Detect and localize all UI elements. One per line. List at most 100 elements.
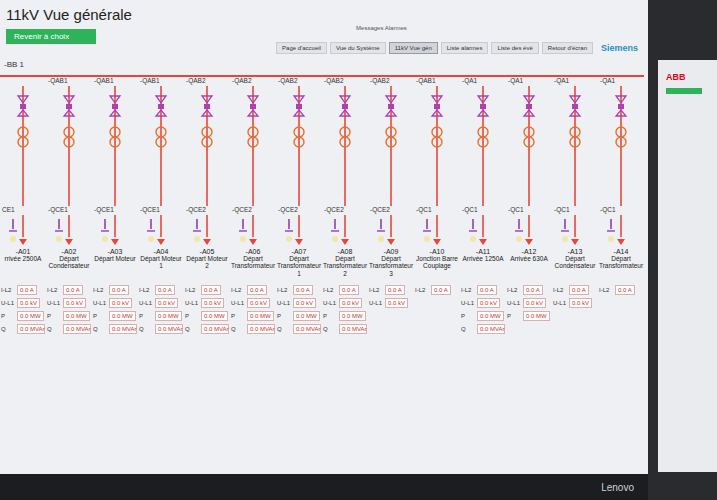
measurement: I-L2 0.0 A xyxy=(415,285,459,295)
nav-button[interactable]: Liste des évé xyxy=(491,42,538,54)
measurement-list: I-L2 0.0 A xyxy=(599,285,643,295)
feeder[interactable]: -QA1 -QC1 -A11 Arrivée 1250A I-L2 0.0 AU… xyxy=(460,77,506,334)
measurement-value: 0.0 MW xyxy=(247,311,274,321)
feeder[interactable]: -QA1 -QC1 -A12 Arrivée 630A I-L2 0.0 AU-… xyxy=(506,77,552,334)
measurement: I-L2 0.0 A xyxy=(507,285,551,295)
feeder[interactable]: -QAB2 -QCE2 -A06 Départ Transformateur I… xyxy=(230,77,276,334)
measurement: Q 0.0 MVAr xyxy=(461,324,505,334)
feeder[interactable]: -QAB2 -QCE2 -A09 Départ Transformateur 3… xyxy=(368,77,414,334)
header: 11kV Vue générale Revenir à choix Messag… xyxy=(0,6,644,54)
earth-switch-label: -QC1 xyxy=(552,206,570,215)
feeder[interactable]: -QAB1 -QCE1 -A03 Départ Moteur I-L2 0.0 … xyxy=(92,77,138,334)
measurement: Q 0.0 MVAr xyxy=(139,324,183,334)
measurement-list: I-L2 0.0 A U-L1 0.0 kV xyxy=(369,285,413,308)
feeder[interactable]: -QAB1 -QC1 -A10 Jonction Barre Couplage … xyxy=(414,77,460,334)
feeder-line-icon xyxy=(461,86,505,206)
measurement: Q 0.0 MVAr xyxy=(93,324,137,334)
measurement-value: 0.0 MW xyxy=(339,311,366,321)
measurement-value: 0.0 kV xyxy=(477,298,500,308)
alarm-label[interactable]: Messages Alarmes xyxy=(356,25,407,31)
feeder[interactable]: -QA1 -QC1 -A14 Départ Transformateur I-L… xyxy=(598,77,644,334)
feeder-id: -A07 xyxy=(292,248,307,255)
earth-switch-label: -QCE1 xyxy=(138,206,160,215)
measurement: I-L2 0.0 A xyxy=(369,285,413,295)
breaker-label: -QAB2 xyxy=(184,77,206,86)
feeder-line-icon xyxy=(231,86,275,206)
nav-button[interactable]: 11kV Vue gén xyxy=(389,42,438,54)
measurement-list: I-L2 0.0 AU-L1 0.0 kVP 0.0 MW xyxy=(507,285,551,321)
breaker-label: -QAB2 xyxy=(322,77,344,86)
feeder-name: Départ Transformateur 1 xyxy=(276,255,322,279)
feeder-name: Départ Transformateur xyxy=(230,255,276,279)
measurement-list: I-L2 0.0 AU-L1 0.0 kVP 0.0 MWQ 0.0 MVAr xyxy=(93,285,137,334)
feeder-id: -A01 xyxy=(16,248,31,255)
measurement-value: 0.0 kV xyxy=(17,298,40,308)
measurement: U-L1 0.0 kV xyxy=(231,298,275,308)
measurement-value: 0.0 MW xyxy=(109,311,136,321)
breaker-label: -QA1 xyxy=(506,77,523,86)
feeder[interactable]: -QAB2 -QCE2 -A05 Départ Moteur 2 I-L2 0.… xyxy=(184,77,230,334)
feeder-name: Départ Moteur 1 xyxy=(138,255,184,279)
measurement-list: I-L2 0.0 A xyxy=(415,285,459,295)
feeder[interactable]: -QAB2 -QCE2 -A07 Départ Transformateur 1… xyxy=(276,77,322,334)
measurement-value: 0.0 MVAr xyxy=(247,324,275,334)
nav-button[interactable]: Retour d'écran xyxy=(542,42,593,54)
measurement: Q 0.0 MVAr xyxy=(1,324,45,334)
measurement-value: 0.0 MW xyxy=(523,311,550,321)
feeder[interactable]: -QAB1 -QCE1 -A02 Départ Condensateur I-L… xyxy=(46,77,92,334)
breaker-label: -QA1 xyxy=(460,77,477,86)
measurement-value: 0.0 MVAr xyxy=(109,324,137,334)
measurement: I-L2 0.0 A xyxy=(599,285,643,295)
measurement-value: 0.0 A xyxy=(63,285,83,295)
measurement-value: 0.0 MW xyxy=(201,311,228,321)
measurement: P 0.0 MW xyxy=(277,311,321,321)
breaker-label: -QAB1 xyxy=(92,77,114,86)
feeder-line-icon xyxy=(277,86,321,206)
feeder[interactable]: -QA1 -QC1 -A13 Départ Condensateur I-L2 … xyxy=(552,77,598,334)
earth-switch-label: -QCE2 xyxy=(368,206,390,215)
measurement-value: 0.0 kV xyxy=(523,298,546,308)
page-title: 11kV Vue générale xyxy=(6,6,132,23)
feeder-line-icon xyxy=(507,86,551,206)
measurement: I-L2 0.0 A xyxy=(185,285,229,295)
back-button[interactable]: Revenir à choix xyxy=(6,29,96,44)
measurement-value: 0.0 A xyxy=(247,285,267,295)
feeder-id: -A13 xyxy=(568,248,583,255)
earth-switch-icon xyxy=(1,215,45,245)
measurement: U-L1 0.0 kV xyxy=(1,298,45,308)
main-monitor: 11kV Vue générale Revenir à choix Messag… xyxy=(0,0,648,500)
status-bar xyxy=(666,88,702,94)
measurement: I-L2 0.0 A xyxy=(461,285,505,295)
feeder-id: -A05 xyxy=(200,248,215,255)
monitor-bezel: Lenovo xyxy=(0,474,648,500)
earth-switch-label: -QCE2 xyxy=(322,206,344,215)
feeder[interactable]: CE1 -A01 rrivée 2500A I-L2 0.0 AU-L1 0.0… xyxy=(0,77,46,334)
earth-switch-label: -QCE2 xyxy=(230,206,252,215)
measurement-list: I-L2 0.0 AU-L1 0.0 kVP 0.0 MWQ 0.0 MVAr xyxy=(185,285,229,334)
measurement: U-L1 0.0 kV xyxy=(47,298,91,308)
nav-button[interactable]: Liste alarmes xyxy=(441,42,489,54)
feeder-line-icon xyxy=(185,86,229,206)
feeder[interactable]: -QAB2 -QCE2 -A08 Départ Transformateur 2… xyxy=(322,77,368,334)
earth-switch-icon xyxy=(139,215,183,245)
feeder-id: -A02 xyxy=(62,248,77,255)
monitor-photo: 11kV Vue générale Revenir à choix Messag… xyxy=(0,0,717,500)
measurement-list: I-L2 0.0 AU-L1 0.0 kVP 0.0 MWQ 0.0 MVAr xyxy=(47,285,91,334)
measurement-value: 0.0 A xyxy=(523,285,543,295)
earth-switch-icon xyxy=(369,215,413,245)
nav-button[interactable]: Vue du Système xyxy=(330,42,386,54)
measurement: U-L1 0.0 kV xyxy=(369,298,413,308)
earth-switch-icon xyxy=(185,215,229,245)
measurement: U-L1 0.0 kV xyxy=(461,298,505,308)
feeder-line-icon xyxy=(599,86,643,206)
measurement: I-L2 0.0 A xyxy=(1,285,45,295)
feeder-name: Départ Moteur xyxy=(93,255,137,279)
feeder[interactable]: -QAB1 -QCE1 -A04 Départ Moteur 1 I-L2 0.… xyxy=(138,77,184,334)
measurement-value: 0.0 MVAr xyxy=(63,324,91,334)
feeder-name: Arrivée 630A xyxy=(509,255,549,279)
earth-switch-icon xyxy=(599,215,643,245)
measurement-value: 0.0 kV xyxy=(109,298,132,308)
nav-button[interactable]: Page d'accueil xyxy=(276,42,327,54)
measurement-value: 0.0 MVAr xyxy=(339,324,367,334)
breaker-label: -QA1 xyxy=(598,77,615,86)
